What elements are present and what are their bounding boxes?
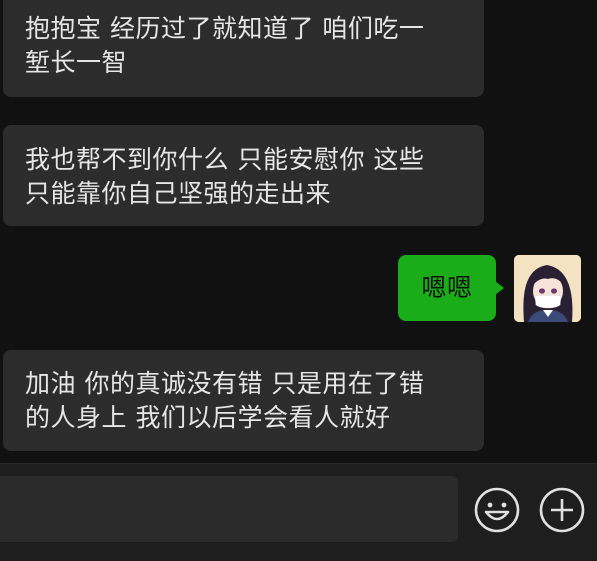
message-input[interactable] <box>0 476 458 542</box>
emoji-button[interactable] <box>473 486 521 534</box>
plus-circle-icon <box>539 487 585 533</box>
message-text-line: 嗯嗯 <box>421 273 473 302</box>
message-text-line: 抱抱宝 经历过了就知道了 咱们吃一 <box>25 14 425 43</box>
message-input-bar <box>0 463 597 561</box>
incoming-message-bubble[interactable]: 抱抱宝 经历过了就知道了 咱们吃一 堑长一智 <box>3 0 484 97</box>
incoming-message-bubble[interactable]: 我也帮不到你什么 只能安慰你 这些 只能靠你自己坚强的走出来 <box>3 125 484 226</box>
more-options-button[interactable] <box>538 486 586 534</box>
incoming-message-bubble[interactable]: 加油 你的真诚没有错 只是用在了错 的人身上 我们以后学会看人就好 <box>3 350 484 451</box>
outgoing-message-bubble[interactable]: 嗯嗯 <box>398 255 504 321</box>
anime-girl-avatar-icon <box>514 255 581 322</box>
chat-message-list[interactable]: 抱抱宝 经历过了就知道了 咱们吃一 堑长一智 我也帮不到你什么 只能安慰你 这些… <box>0 0 597 463</box>
message-text-line: 加油 你的真诚没有错 只是用在了错 <box>25 369 425 398</box>
smiley-face-icon <box>474 487 520 533</box>
user-avatar[interactable] <box>514 255 581 322</box>
message-text-line: 只能靠你自己坚强的走出来 <box>25 179 332 208</box>
message-text-line: 的人身上 我们以后学会看人就好 <box>25 403 391 432</box>
message-text-line: 我也帮不到你什么 只能安慰你 这些 <box>25 145 425 174</box>
message-text-line: 堑长一智 <box>25 48 128 77</box>
